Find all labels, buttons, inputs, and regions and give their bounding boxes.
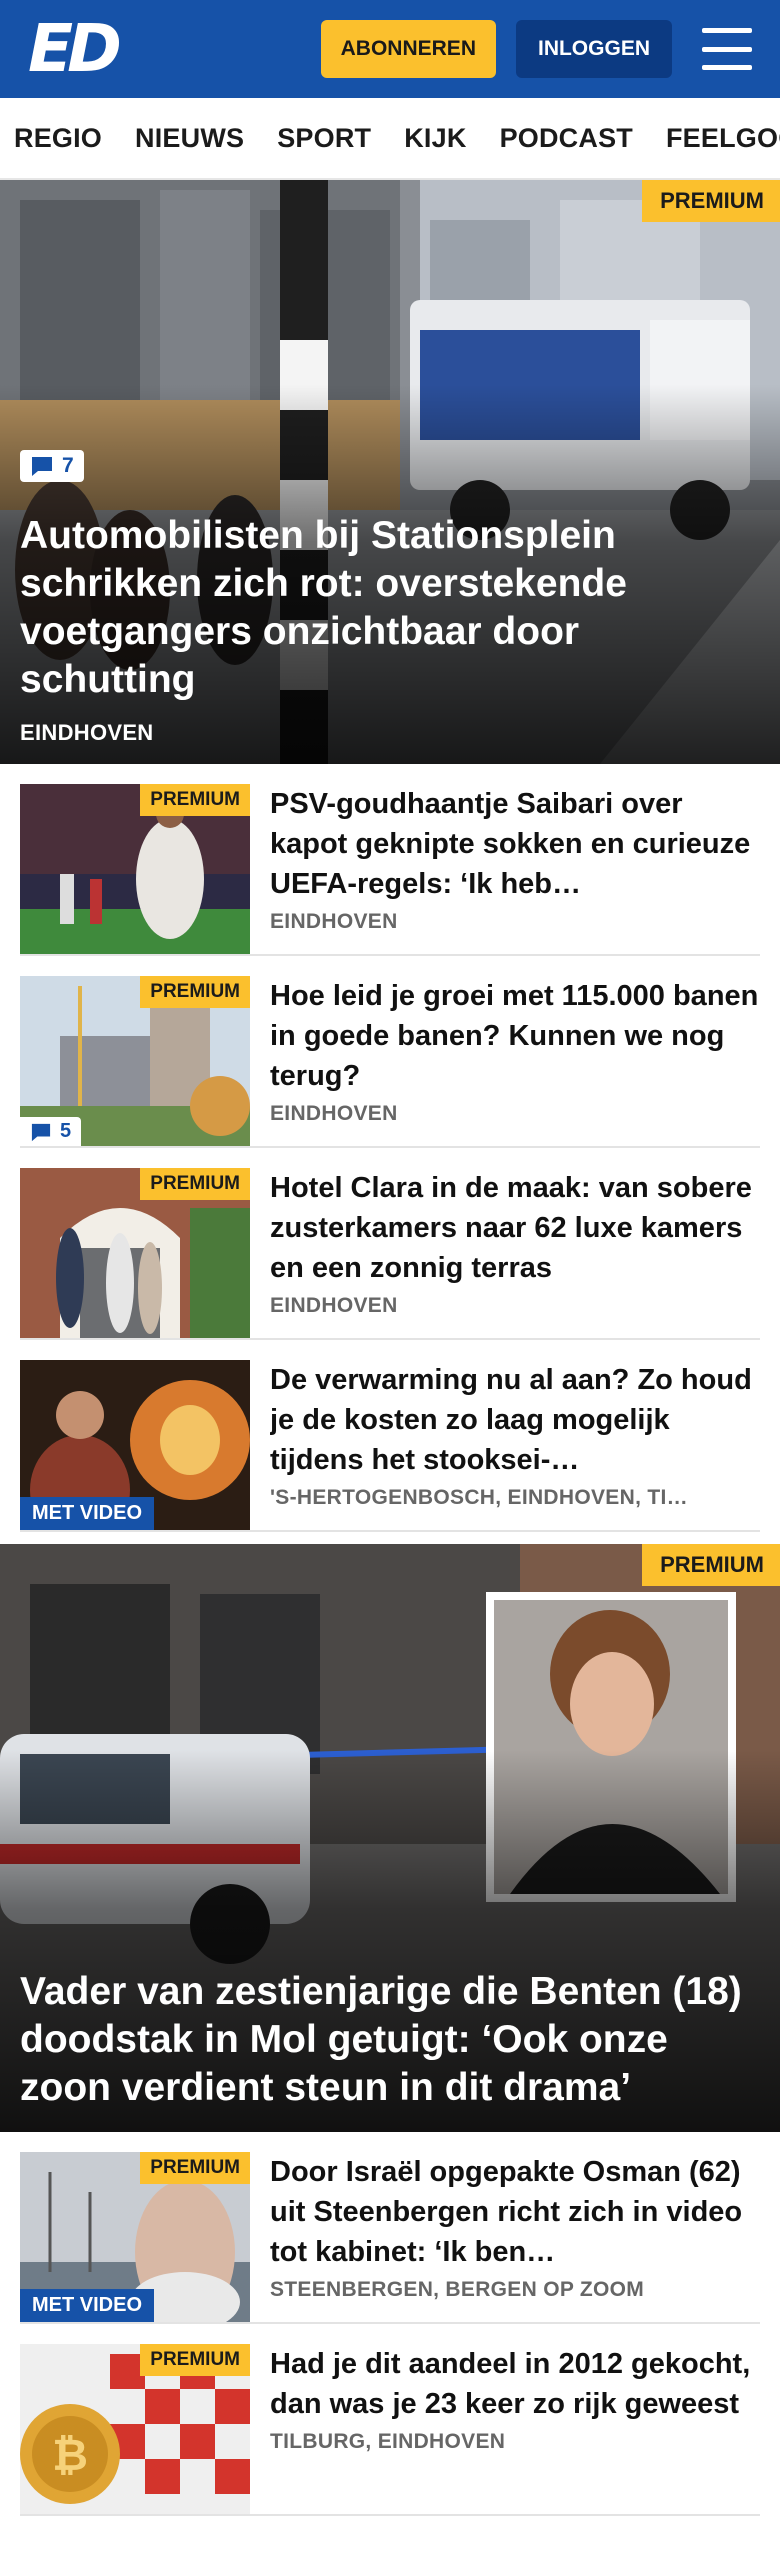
article-thumbnail: PREMIUM — [20, 784, 250, 954]
article-thumbnail: PREMIUM MET VIDEO — [20, 2152, 250, 2322]
article-title[interactable]: Hoe leid je groei met 115.000 banen in g… — [270, 976, 760, 1096]
premium-badge: PREMIUM — [140, 976, 250, 1008]
premium-badge: PREMIUM — [642, 180, 780, 222]
article-location: STEENBERGEN, BERGEN OP ZOOM — [270, 2278, 645, 2301]
hero-title[interactable]: Vader van zestienjarige die Benten (18) … — [20, 1968, 760, 2112]
list-item[interactable]: PREMIUM 5 Hoe leid je groei met 115.000 … — [20, 956, 760, 1148]
list-item[interactable]: MET VIDEO De verwarming nu al aan? Zo ho… — [20, 1340, 760, 1532]
article-location: 'S-HERTOGENBOSCH, EINDHOVEN, TI… — [270, 1486, 688, 1509]
comment-count-badge[interactable]: 5 — [20, 1117, 82, 1146]
list-item[interactable]: PREMIUM MET VIDEO Door Israël opgepakte … — [20, 2132, 760, 2324]
menu-icon[interactable] — [702, 28, 752, 70]
video-badge: MET VIDEO — [20, 2289, 155, 2322]
site-header: ED ABONNEREN INLOGGEN — [0, 0, 780, 98]
svg-text:₿: ₿ — [52, 2430, 88, 2481]
article-location: TILBURG, EINDHOVEN — [270, 2430, 506, 2453]
premium-badge: PREMIUM — [140, 1168, 250, 1200]
subscribe-button[interactable]: ABONNEREN — [320, 20, 496, 78]
article-body: Hoe leid je groei met 115.000 banen in g… — [270, 976, 760, 1126]
article-thumbnail: MET VIDEO — [20, 1360, 250, 1530]
article-title[interactable]: De verwarming nu al aan? Zo houd je de k… — [270, 1360, 760, 1480]
nav-item-feelgood[interactable]: FEELGOOD — [666, 123, 780, 154]
article-title[interactable]: Door Israël opgepakte Osman (62) uit Ste… — [270, 2152, 760, 2272]
hero-article[interactable]: PREMIUM 7 Automobilisten bij Stationsple… — [0, 180, 780, 764]
comment-icon — [31, 1123, 51, 1141]
nav-item-sport[interactable]: SPORT — [277, 123, 371, 154]
hero-title[interactable]: Automobilisten bij Stationsplein schrikk… — [20, 512, 760, 704]
article-title[interactable]: Had je dit aandeel in 2012 gekocht, dan … — [270, 2344, 760, 2424]
hero-text: Vader van zestienjarige die Benten (18) … — [20, 1968, 760, 2112]
comment-count-badge[interactable]: 7 — [20, 450, 84, 482]
section-nav: REGIO NIEUWS SPORT KIJK PODCAST FEELGOOD — [0, 98, 780, 180]
article-thumbnail: PREMIUM 5 — [20, 976, 250, 1146]
video-badge: MET VIDEO — [20, 1497, 155, 1530]
list-item[interactable]: ₿ PREMIUM Had je dit aandeel in 2012 gek… — [20, 2324, 760, 2516]
ed-logo[interactable]: ED — [28, 16, 122, 82]
nav-item-regio[interactable]: REGIO — [14, 123, 102, 154]
hero-location: EINDHOVEN — [20, 720, 154, 745]
list-item[interactable]: PREMIUM Hotel Clara in de maak: van sobe… — [20, 1148, 760, 1340]
comment-count: 7 — [62, 454, 74, 477]
login-button[interactable]: INLOGGEN — [515, 20, 672, 78]
nav-item-podcast[interactable]: PODCAST — [500, 123, 633, 154]
article-location: EINDHOVEN — [270, 910, 398, 933]
article-title[interactable]: PSV-goudhaantje Saibari over kapot gekni… — [270, 784, 760, 904]
comment-count: 5 — [60, 1120, 72, 1142]
list-item[interactable]: PREMIUM PSV-goudhaantje Saibari over kap… — [20, 764, 760, 956]
article-list: PREMIUM MET VIDEO Door Israël opgepakte … — [0, 2132, 780, 2516]
article-location: EINDHOVEN — [270, 1102, 398, 1125]
article-title[interactable]: Hotel Clara in de maak: van sobere zuste… — [270, 1168, 760, 1288]
nav-item-nieuws[interactable]: NIEUWS — [135, 123, 244, 154]
article-body: PSV-goudhaantje Saibari over kapot gekni… — [270, 784, 760, 934]
article-body: De verwarming nu al aan? Zo houd je de k… — [270, 1360, 760, 1510]
premium-badge: PREMIUM — [140, 784, 250, 816]
article-location: EINDHOVEN — [270, 1294, 398, 1317]
nav-item-kijk[interactable]: KIJK — [404, 123, 466, 154]
article-thumbnail: PREMIUM — [20, 1168, 250, 1338]
article-body: Door Israël opgepakte Osman (62) uit Ste… — [270, 2152, 760, 2302]
premium-badge: PREMIUM — [140, 2152, 250, 2184]
premium-badge: PREMIUM — [140, 2344, 250, 2376]
article-list: PREMIUM PSV-goudhaantje Saibari over kap… — [0, 764, 780, 1532]
article-body: Had je dit aandeel in 2012 gekocht, dan … — [270, 2344, 760, 2494]
article-thumbnail: ₿ PREMIUM — [20, 2344, 250, 2514]
comment-icon — [32, 457, 52, 476]
hero-article[interactable]: PREMIUM Vader van zestienjarige die Bent… — [0, 1544, 780, 2132]
article-body: Hotel Clara in de maak: van sobere zuste… — [270, 1168, 760, 1318]
premium-badge: PREMIUM — [642, 1544, 780, 1586]
hero-text: Automobilisten bij Stationsplein schrikk… — [20, 512, 760, 746]
